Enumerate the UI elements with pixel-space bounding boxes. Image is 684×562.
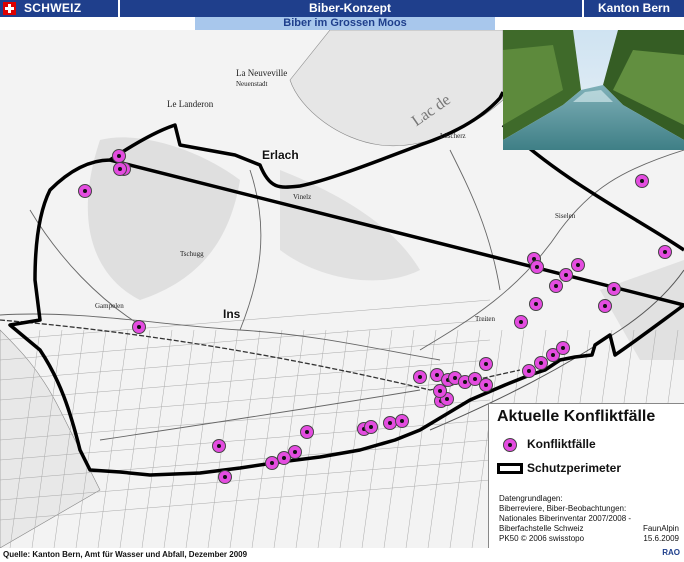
map-area: La Neuveville Neuenstadt Le Landeron Lac…	[0, 30, 684, 548]
country-label: SCHWEIZ	[24, 1, 82, 15]
conflict-marker-center	[117, 154, 121, 158]
map-legend: Aktuelle Konfliktfälle Konfliktfälle Sch…	[488, 403, 684, 548]
conflict-marker-center	[435, 373, 439, 377]
sources-line-4-right: 15.6.2009	[643, 534, 679, 543]
conflict-marker-center	[270, 461, 274, 465]
rao-logo: RAO	[662, 548, 680, 557]
conflict-marker-center	[83, 189, 87, 193]
conflict-marker-center	[612, 287, 616, 291]
sources-line-3-right: FaunAlpin	[642, 524, 679, 533]
sources-line-4: PK50 © 2006 swisstopo	[499, 534, 585, 543]
conflict-marker-center	[453, 376, 457, 380]
conflict-marker-center	[519, 320, 523, 324]
conflict-marker-center	[118, 167, 122, 171]
legend-title: Aktuelle Konfliktfälle	[497, 408, 656, 425]
conflict-marker-center	[282, 456, 286, 460]
conflict-marker-center	[554, 284, 558, 288]
conflict-marker-center	[463, 380, 467, 384]
conflict-marker-center	[217, 444, 221, 448]
conflict-marker-center	[305, 430, 309, 434]
conflict-marker-center	[438, 389, 442, 393]
canton-label: Kanton Bern	[582, 0, 684, 17]
map-title: Biber-Konzept	[309, 1, 391, 15]
conflict-marker-center	[551, 353, 555, 357]
source-credit: Quelle: Kanton Bern, Amt für Wasser und …	[3, 550, 248, 559]
conflict-marker-center	[527, 369, 531, 373]
conflict-marker-center	[484, 383, 488, 387]
place-treiten: Treiten	[475, 315, 495, 323]
conflict-marker-center	[400, 419, 404, 423]
swiss-flag-icon	[3, 2, 16, 15]
map-subtitle: Biber im Grossen Moos	[195, 17, 495, 30]
place-luscherz: Lüscherz	[440, 132, 466, 140]
place-neuenstadt: Neuenstadt	[236, 80, 268, 88]
conflict-marker-center	[539, 361, 543, 365]
data-sources: Datengrundlagen: Biberreviere, Biber-Beo…	[499, 494, 679, 544]
conflict-marker-center	[445, 397, 449, 401]
conflict-marker-center	[418, 375, 422, 379]
place-la-neuveville: La Neuveville	[236, 68, 288, 78]
top-bar: SCHWEIZ Biber-Konzept Kanton Bern	[0, 0, 684, 17]
place-le-landeron: Le Landeron	[167, 99, 214, 109]
conflict-marker-center	[484, 362, 488, 366]
label-erlach: Erlach	[262, 148, 299, 162]
conflict-marker-center	[137, 325, 141, 329]
sources-heading: Datengrundlagen:	[499, 494, 563, 503]
conflict-marker-center	[561, 346, 565, 350]
beaver-river-photo	[503, 30, 684, 150]
conflict-marker-center	[640, 179, 644, 183]
conflict-marker-center	[576, 263, 580, 267]
place-gampelen: Gampelen	[95, 302, 124, 310]
conflict-marker-center	[534, 302, 538, 306]
conflict-marker-center	[369, 425, 373, 429]
place-tschugg: Tschugg	[180, 250, 204, 258]
legend-conflicts-label: Konfliktfälle	[527, 437, 596, 451]
sources-line-3: Biberfachstelle Schweiz	[499, 524, 584, 533]
conflict-marker-center	[223, 475, 227, 479]
legend-perimeter-label: Schutzperimeter	[527, 461, 622, 475]
label-ins: Ins	[223, 307, 241, 321]
place-vinelz: Vinelz	[293, 193, 312, 201]
conflict-marker-center	[293, 450, 297, 454]
subtitle-bar: Biber im Grossen Moos	[0, 17, 684, 30]
conflict-marker-center	[603, 304, 607, 308]
conflict-marker-center	[535, 265, 539, 269]
conflict-marker-icon	[503, 438, 517, 452]
conflict-marker-center	[388, 421, 392, 425]
sources-line-2: Nationales Biberinventar 2007/2008 -	[499, 514, 632, 523]
conflict-marker-center	[663, 250, 667, 254]
map-title-bar: Biber-Konzept	[120, 0, 580, 17]
conflict-marker-center	[564, 273, 568, 277]
perimeter-swatch-icon	[497, 463, 523, 474]
sources-line-1: Biberreviere, Biber-Beobachtungen:	[499, 504, 627, 513]
conflict-marker-center	[473, 377, 477, 381]
footer: Quelle: Kanton Bern, Amt für Wasser und …	[0, 548, 684, 562]
place-siselen: Siselen	[555, 212, 576, 220]
